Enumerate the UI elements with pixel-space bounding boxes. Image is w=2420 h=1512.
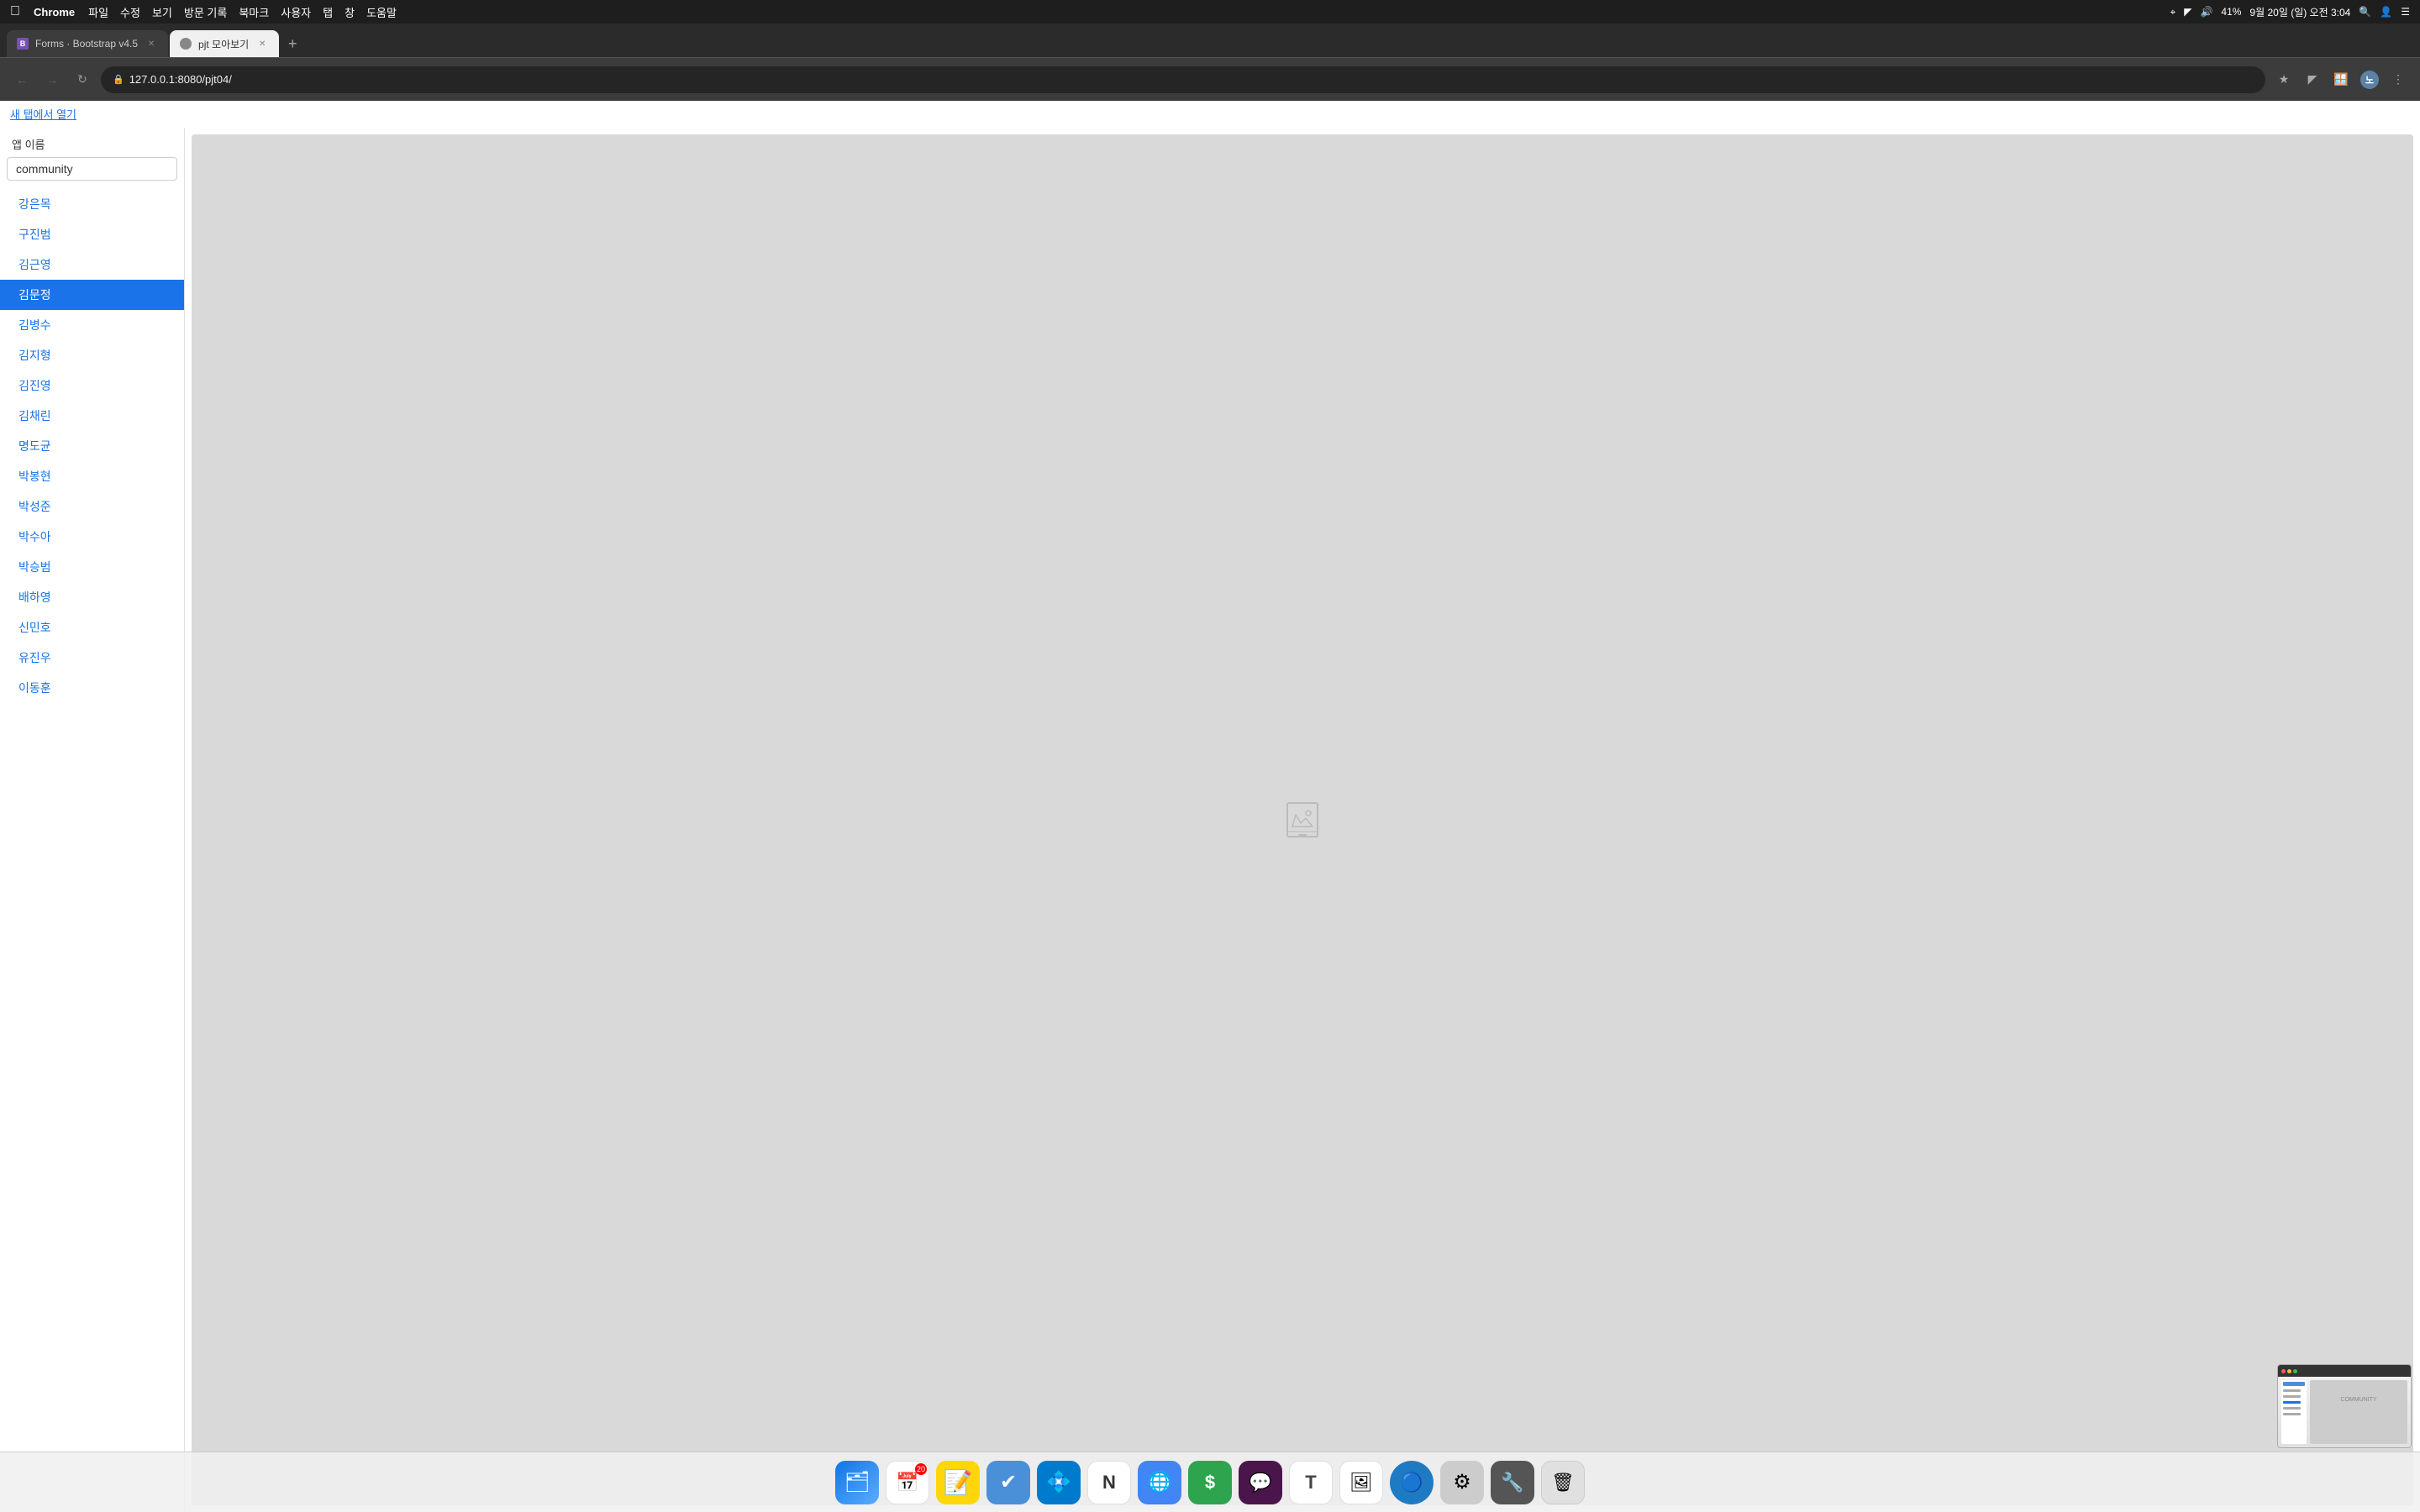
menubar-right: ⌖ ◤ 🔊 41% 9월 20일 (일) 오전 3:04 🔍 👤 ☰: [2170, 5, 2410, 19]
apple-menu[interactable]: : [10, 4, 20, 19]
page-topbar: 새 탭에서 열기: [0, 101, 2420, 128]
thumbnail-sidebar: [2281, 1380, 2307, 1444]
profile-icon[interactable]: 노: [2358, 68, 2381, 92]
thumb-min-dot: [2287, 1369, 2291, 1373]
menubar-view[interactable]: 보기: [152, 4, 172, 20]
datetime: 9월 20일 (일) 오전 3:04: [2249, 5, 2350, 19]
url-text: 127.0.0.1:8080/pjt04/: [129, 73, 2254, 86]
menu-icon[interactable]: ☰: [2401, 6, 2410, 18]
sidebar-nav-item-16[interactable]: 이동훈: [0, 673, 184, 703]
bluetooth-icon: ⌖: [2170, 6, 2175, 18]
dock-tasks[interactable]: ✔: [986, 1461, 1030, 1504]
sidebar-nav-item-15[interactable]: 유진우: [0, 643, 184, 673]
sidebar-nav-item-4[interactable]: 김병수: [0, 310, 184, 340]
toolbar-right: ★ ◤ 🪟 노 ⋮: [2272, 68, 2410, 92]
sidebar-nav-item-3[interactable]: 김문정: [0, 280, 184, 310]
dock-dollar[interactable]: $: [1188, 1461, 1232, 1504]
dock-chrome[interactable]: 🌐: [1138, 1461, 1181, 1504]
sidebar-nav-item-9[interactable]: 박봉현: [0, 461, 184, 491]
menubar-items: 파일 수정 보기 방문 기록 북마크 사용자 탭 창 도움말: [88, 4, 397, 20]
thumbnail-body: COMMUNITY: [2278, 1377, 2411, 1447]
battery-level: 41%: [2221, 6, 2241, 18]
nav-items-list: 강은목구진범김근영김문정김병수김지형김진영김채린명도균박봉현박성준박수아박승범배…: [0, 189, 184, 703]
back-button[interactable]: ←: [10, 68, 34, 92]
dock-typora[interactable]: T: [1289, 1461, 1333, 1504]
dock-devtools[interactable]: 🔧: [1491, 1461, 1534, 1504]
tab-pjt-close[interactable]: ✕: [255, 37, 269, 50]
thumbnail-main: COMMUNITY: [2310, 1380, 2407, 1444]
extensions-icon[interactable]: 🪟: [2329, 68, 2353, 92]
main-layout: 앱 이름 강은목구진범김근영김문정김병수김지형김진영김채린명도균박봉현박성준박수…: [0, 128, 2420, 1512]
sidebar-label: 앱 이름: [0, 128, 184, 157]
tab-bootstrap-close[interactable]: ✕: [145, 37, 158, 50]
sidebar: 앱 이름 강은목구진범김근영김문정김병수김지형김진영김채린명도균박봉현박성준박수…: [0, 128, 185, 1512]
dock-vscode[interactable]: 💠: [1037, 1461, 1081, 1504]
sidebar-nav-item-14[interactable]: 신민호: [0, 612, 184, 643]
dock-notes[interactable]: 📝: [936, 1461, 980, 1504]
address-bar: ← → ↻ 🔒 127.0.0.1:8080/pjt04/ ★ ◤ 🪟 노 ⋮: [0, 57, 2420, 101]
sidebar-nav-item-7[interactable]: 김채린: [0, 401, 184, 431]
dock-photos[interactable]: 🖼: [1339, 1461, 1383, 1504]
dock: 🗂 📅 20 📝 ✔ 💠 N 🌐 $ 💬 T 🖼 🔵 ⚙ 🔧 🗑: [0, 1452, 2420, 1512]
dock-calendar[interactable]: 📅 20: [886, 1461, 929, 1504]
wifi-icon: ◤: [2184, 6, 2191, 18]
user-icon[interactable]: 👤: [2380, 6, 2392, 18]
tab-bootstrap[interactable]: B Forms · Bootstrap v4.5 ✕: [7, 30, 168, 57]
sidebar-nav-item-1[interactable]: 구진범: [0, 219, 184, 249]
forward-button[interactable]: →: [40, 68, 64, 92]
tab-pjt[interactable]: pjt 모아보기 ✕: [170, 30, 279, 57]
tab-bootstrap-label: Forms · Bootstrap v4.5: [35, 38, 138, 50]
menubar:  Chrome 파일 수정 보기 방문 기록 북마크 사용자 탭 창 도움말 …: [0, 0, 2420, 24]
menu-dots-icon[interactable]: ⋮: [2386, 68, 2410, 92]
sidebar-nav-item-11[interactable]: 박수아: [0, 522, 184, 552]
dock-sysprefs[interactable]: ⚙: [1440, 1461, 1484, 1504]
address-input[interactable]: 🔒 127.0.0.1:8080/pjt04/: [101, 66, 2265, 93]
browser-window: B Forms · Bootstrap v4.5 ✕ pjt 모아보기 ✕ + …: [0, 24, 2420, 1512]
tab-pjt-label: pjt 모아보기: [198, 37, 249, 51]
volume-icon: 🔊: [2200, 6, 2212, 18]
sidebar-nav-item-8[interactable]: 명도균: [0, 431, 184, 461]
sidebar-nav-item-13[interactable]: 배하영: [0, 582, 184, 612]
calendar-badge: 20: [915, 1463, 927, 1475]
search-icon[interactable]: 🔍: [2359, 6, 2371, 18]
pjt-favicon: [180, 38, 192, 50]
dock-finder[interactable]: 🗂: [835, 1461, 879, 1504]
sidebar-nav-item-0[interactable]: 강은목: [0, 189, 184, 219]
bootstrap-favicon: B: [17, 38, 29, 50]
menubar-tab[interactable]: 탭: [323, 4, 333, 20]
preview-pane: [192, 134, 2413, 1505]
menubar-bookmarks[interactable]: 북마크: [239, 4, 269, 20]
thumbnail-overlay: COMMUNITY: [2277, 1364, 2412, 1448]
app-name-input[interactable]: [7, 157, 177, 181]
sidebar-nav-item-12[interactable]: 박승범: [0, 552, 184, 582]
menubar-chrome[interactable]: Chrome: [34, 6, 75, 18]
page-content: 새 탭에서 열기 앱 이름 강은목구진범김근영김문정김병수김지형김진영김채린명도…: [0, 101, 2420, 1512]
menubar-help[interactable]: 도움말: [366, 4, 397, 20]
dock-notion[interactable]: N: [1087, 1461, 1131, 1504]
menubar-window[interactable]: 창: [345, 4, 355, 20]
dock-istat[interactable]: 🔵: [1390, 1461, 1434, 1504]
open-new-tab-link[interactable]: 새 탭에서 열기: [10, 108, 76, 121]
menubar-file[interactable]: 파일: [88, 4, 108, 20]
tab-bar: B Forms · Bootstrap v4.5 ✕ pjt 모아보기 ✕ +: [0, 24, 2420, 57]
thumbnail-header: [2278, 1365, 2411, 1377]
cast-icon[interactable]: ◤: [2301, 68, 2324, 92]
sidebar-nav-item-5[interactable]: 김지형: [0, 340, 184, 370]
dock-trash[interactable]: 🗑: [1541, 1461, 1585, 1504]
menubar-history[interactable]: 방문 기록: [184, 4, 227, 20]
sidebar-nav-item-2[interactable]: 김근영: [0, 249, 184, 280]
sidebar-nav-item-10[interactable]: 박성준: [0, 491, 184, 522]
sidebar-nav-item-6[interactable]: 김진영: [0, 370, 184, 401]
thumb-max-dot: [2293, 1369, 2297, 1373]
refresh-button[interactable]: ↻: [71, 68, 94, 92]
broken-image-placeholder: [1282, 800, 1323, 840]
star-icon[interactable]: ★: [2272, 68, 2296, 92]
new-tab-button[interactable]: +: [281, 32, 304, 55]
lock-icon: 🔒: [113, 74, 124, 85]
menubar-user[interactable]: 사용자: [281, 4, 311, 20]
menubar-edit[interactable]: 수정: [120, 4, 140, 20]
thumb-close-dot: [2281, 1369, 2286, 1373]
dock-slack[interactable]: 💬: [1239, 1461, 1282, 1504]
